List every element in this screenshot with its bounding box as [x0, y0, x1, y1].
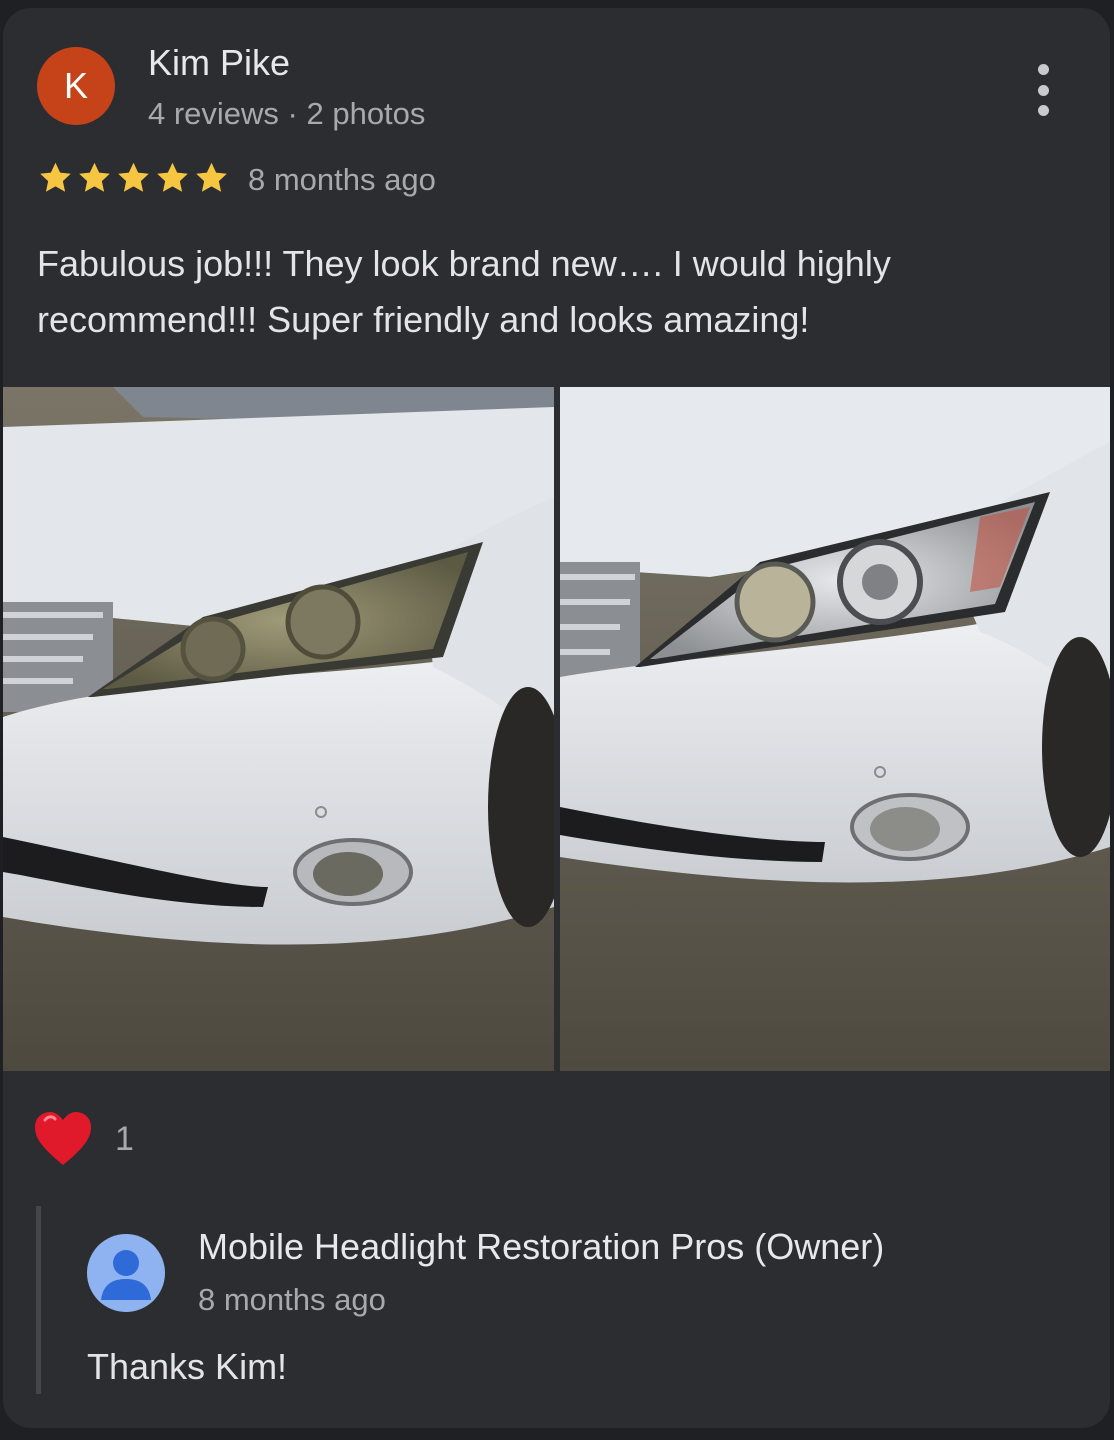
car-photo-image — [3, 387, 554, 1071]
review-text: Fabulous job!!! They look brand new…. I … — [37, 243, 891, 340]
owner-avatar[interactable] — [87, 1234, 165, 1312]
author-avatar[interactable]: K — [37, 47, 115, 125]
author-initial: K — [63, 65, 88, 106]
author-meta: 4 reviews · 2 photos — [148, 96, 426, 131]
car-photo-image — [560, 387, 1110, 1071]
star-icon — [40, 162, 71, 192]
author-name[interactable]: Kim Pike — [148, 42, 290, 84]
star-icon — [196, 162, 227, 192]
reply-divider — [36, 1206, 41, 1394]
like-count: 1 — [115, 1120, 134, 1158]
more-vertical-icon-dot — [1037, 105, 1049, 116]
owner-reply-time: 8 months ago — [198, 1282, 386, 1317]
more-vertical-icon — [1037, 64, 1049, 75]
owner-name[interactable]: Mobile Headlight Restoration Pros (Owner… — [198, 1226, 884, 1268]
more-options-button[interactable] — [1021, 60, 1065, 120]
review-photo-before[interactable] — [3, 387, 554, 1071]
review-photo-after[interactable] — [560, 387, 1110, 1071]
owner-reply-text: Thanks Kim! — [87, 1346, 288, 1387]
star-rating — [37, 160, 230, 196]
star-icon — [79, 162, 110, 192]
star-icon — [157, 162, 188, 192]
person-icon — [101, 1250, 151, 1300]
heart-icon[interactable] — [33, 1110, 93, 1168]
star-icon — [118, 162, 149, 192]
more-vertical-icon-dot — [1037, 84, 1049, 96]
review-card: K Kim Pike 4 reviews · 2 photos 8 months… — [3, 8, 1110, 1428]
review-time: 8 months ago — [248, 162, 436, 197]
